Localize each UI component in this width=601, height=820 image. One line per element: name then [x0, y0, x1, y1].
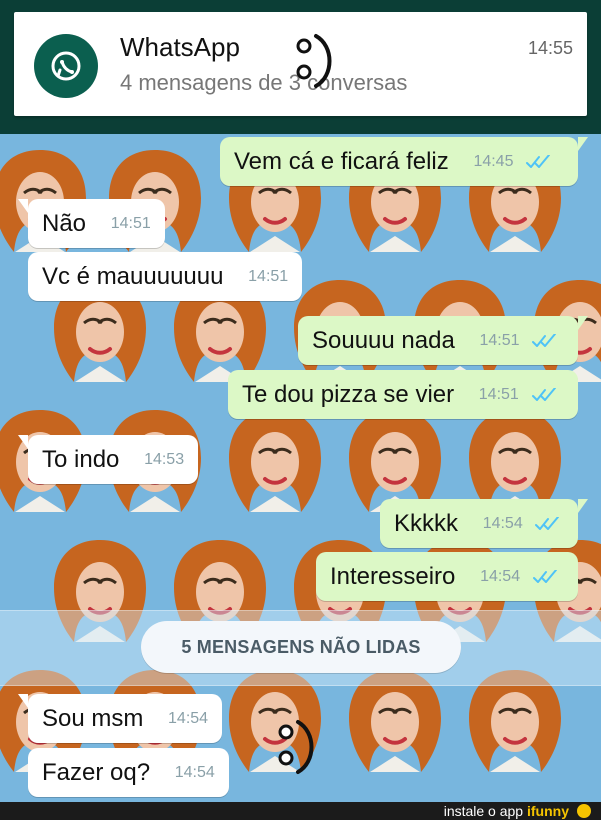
message-text: Vc é mauuuuuuu [42, 262, 224, 290]
smiley-face-icon [296, 34, 332, 88]
bottom-banner[interactable]: instale o app ifunny [0, 802, 601, 820]
message-text: Sou msm [42, 704, 144, 732]
message-time: 14:51 [478, 385, 519, 403]
message-text: Fazer oq? [42, 758, 151, 786]
message-time: 14:53 [144, 450, 185, 468]
whatsapp-glyph [51, 51, 81, 81]
message-incoming[interactable]: Sou msm 14:54 [17, 694, 223, 743]
message-text: Souuuu nada [312, 326, 455, 354]
message-time: 14:54 [480, 567, 521, 585]
install-prefix: instale o app [443, 803, 524, 819]
message-outgoing[interactable]: Vem cá e ficará feliz 14:45 [220, 137, 588, 186]
message-text: Não [42, 209, 87, 237]
message-time: 14:54 [482, 514, 523, 532]
message-text: To indo [42, 445, 120, 473]
double-check-icon [526, 148, 551, 176]
message-text: Vem cá e ficará feliz [234, 147, 449, 175]
message-time: 14:51 [110, 214, 151, 232]
message-text: Interesseiro [330, 562, 456, 590]
message-time: 14:54 [174, 763, 215, 781]
smiley-face-icon [278, 720, 314, 774]
message-incoming[interactable]: Fazer oq? 14:54 [28, 748, 229, 797]
whatsapp-icon [34, 34, 98, 98]
message-time: 14:51 [479, 331, 520, 349]
message-incoming[interactable]: Não 14:51 [18, 199, 165, 248]
notification-card[interactable]: WhatsApp 4 mensagens de 3 conversas 14:5… [14, 12, 587, 116]
message-time: 14:45 [473, 152, 514, 170]
notification-subtitle: 4 mensagens de 3 conversas [120, 70, 408, 95]
message-incoming[interactable]: To indo 14:53 [17, 435, 199, 484]
double-check-icon [531, 381, 556, 409]
notification-title: WhatsApp [120, 32, 240, 62]
message-outgoing[interactable]: Interesseiro 14:54 [316, 552, 578, 601]
unread-messages-badge: 5 MENSAGENS NÃO LIDAS [141, 621, 461, 673]
smile-emoji-icon [577, 804, 591, 818]
message-outgoing[interactable]: Kkkkk 14:54 [380, 499, 588, 548]
install-app-text: instale o app ifunny [444, 802, 569, 820]
double-check-icon [535, 510, 560, 538]
message-text: Kkkkk [394, 509, 459, 537]
message-outgoing[interactable]: Souuuu nada 14:51 [298, 316, 588, 365]
message-text: Te dou pizza se vier [242, 380, 455, 408]
message-time: 14:51 [248, 267, 289, 285]
ifunny-brand: ifunny [527, 803, 569, 819]
message-outgoing[interactable]: Te dou pizza se vier 14:51 [228, 370, 578, 419]
notification-time: 14:55 [527, 38, 573, 58]
message-time: 14:54 [168, 709, 209, 727]
message-incoming[interactable]: Vc é mauuuuuuu 14:51 [28, 252, 303, 301]
double-check-icon [532, 327, 557, 355]
double-check-icon [532, 563, 557, 591]
notification-area: WhatsApp 4 mensagens de 3 conversas 14:5… [0, 0, 601, 134]
